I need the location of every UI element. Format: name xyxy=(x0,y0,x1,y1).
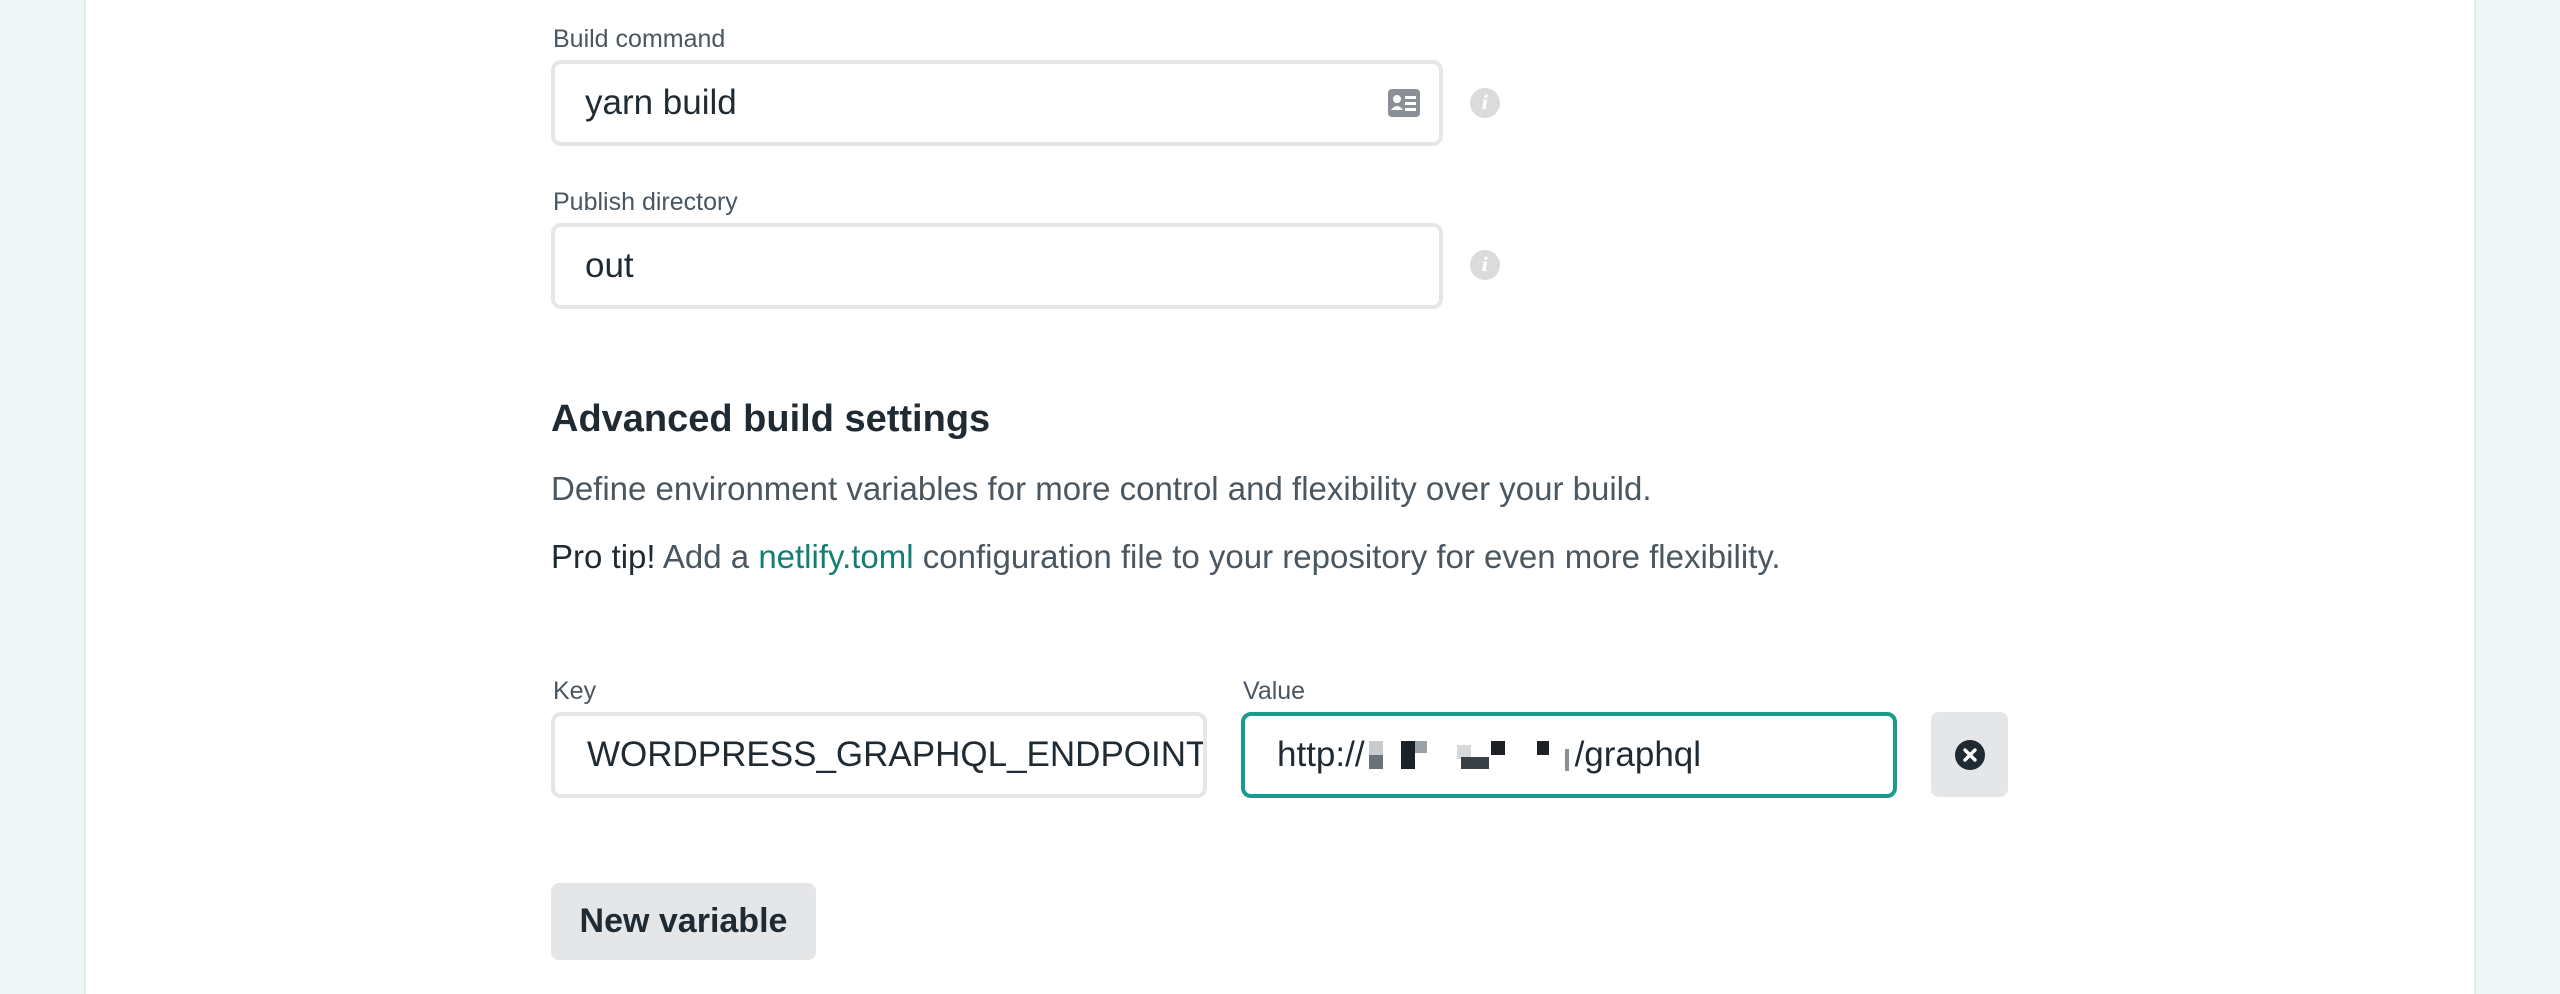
publish-directory-input[interactable]: out xyxy=(551,223,1443,309)
env-key-value: WORDPRESS_GRAPHQL_ENDPOINT xyxy=(587,735,1207,774)
remove-variable-button[interactable] xyxy=(1931,712,2008,797)
key-label: Key xyxy=(553,677,597,705)
netlify-toml-link[interactable]: netlify.toml xyxy=(758,538,913,575)
pro-tip-label: Pro tip! xyxy=(551,538,656,575)
env-value-prefix: http:// xyxy=(1277,735,1365,774)
value-label: Value xyxy=(1243,677,1306,705)
contact-card-icon[interactable] xyxy=(1387,88,1421,118)
advanced-description: Define environment variables for more co… xyxy=(551,470,1652,507)
info-icon[interactable]: i xyxy=(1470,250,1500,280)
build-command-value: yarn build xyxy=(585,83,737,122)
env-value-input[interactable]: http:// /graphql xyxy=(1241,712,1897,798)
advanced-build-settings-title: Advanced build settings xyxy=(551,398,991,440)
publish-directory-value: out xyxy=(585,246,634,285)
pro-tip-text-end: configuration file to your repository fo… xyxy=(913,538,1781,575)
close-circle-icon xyxy=(1954,739,1985,770)
info-icon[interactable]: i xyxy=(1470,88,1500,118)
redacted-host xyxy=(1365,735,1575,775)
pro-tip-text: Add a xyxy=(655,538,759,575)
env-key-input[interactable]: WORDPRESS_GRAPHQL_ENDPOINT xyxy=(551,712,1207,798)
pro-tip: Pro tip! Add a netlify.toml configuratio… xyxy=(551,538,1781,576)
env-value-suffix: /graphql xyxy=(1574,735,1702,774)
new-variable-button[interactable]: New variable xyxy=(551,883,816,960)
publish-directory-label: Publish directory xyxy=(553,188,738,216)
build-command-label: Build command xyxy=(553,25,726,53)
build-command-input[interactable]: yarn build xyxy=(551,60,1443,146)
